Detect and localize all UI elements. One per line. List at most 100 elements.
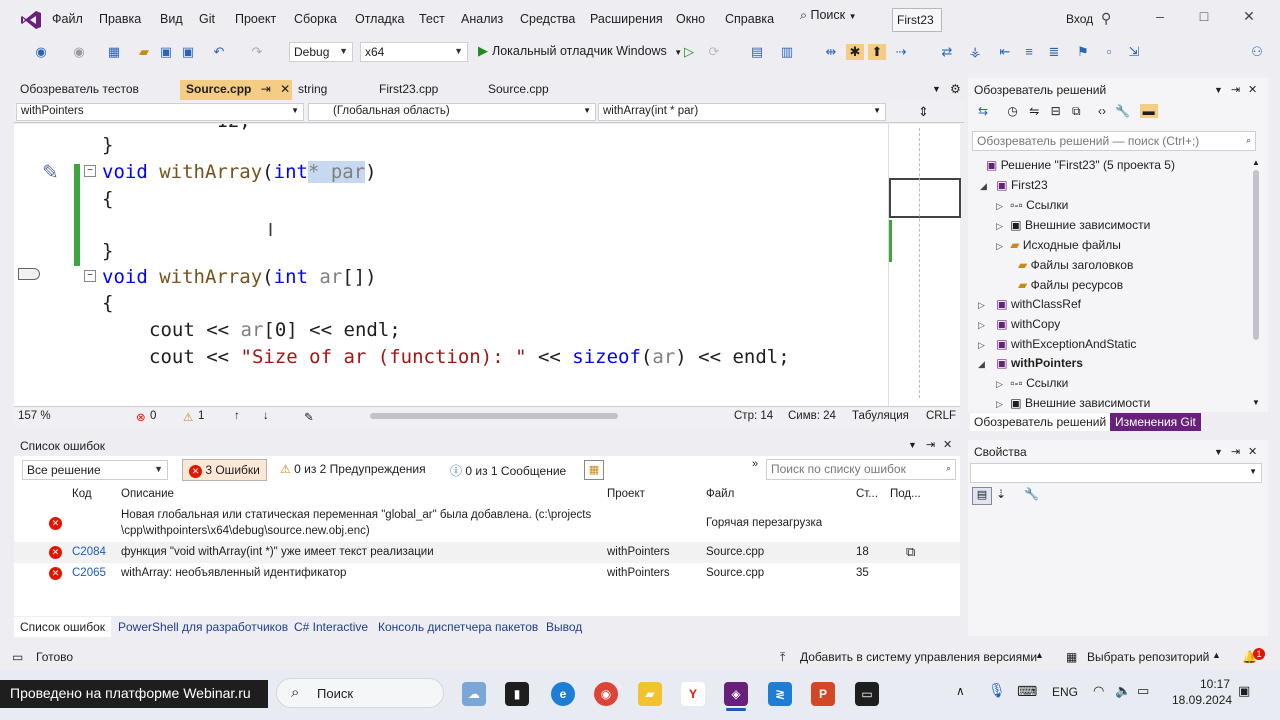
menu-tools[interactable]: Средства bbox=[520, 12, 575, 26]
global-scope-combo[interactable]: (Глобальная область) ▼ bbox=[308, 103, 596, 121]
redo-icon[interactable]: ↷ bbox=[248, 44, 266, 60]
column-code[interactable]: Код bbox=[72, 488, 92, 500]
menu-git[interactable]: Git bbox=[199, 12, 215, 26]
arrow-down-icon[interactable]: ↓ bbox=[263, 410, 269, 422]
toolbar-icon-l[interactable]: ▫ bbox=[1100, 44, 1118, 60]
code-editor[interactable]: ✎ − − ~ ~ 12; } void withArray(int* par)… bbox=[14, 124, 888, 406]
toolbar-icon-g[interactable]: ⇄ bbox=[938, 44, 956, 60]
bookmark-icon[interactable]: ⚑ bbox=[1074, 44, 1092, 60]
menu-test[interactable]: Тест bbox=[419, 12, 445, 26]
close-icon[interactable]: ✕ bbox=[280, 82, 290, 96]
menu-window[interactable]: Окно bbox=[676, 12, 705, 26]
tree-project-withexception[interactable]: ▷ ▣ withExceptionAndStatic bbox=[978, 337, 1136, 351]
chevron-down-icon[interactable]: ▼ bbox=[908, 440, 917, 450]
volume-icon[interactable]: 🔈 bbox=[1115, 683, 1131, 699]
tab-package-manager-console[interactable]: Консоль диспетчера пакетов bbox=[378, 620, 538, 634]
errors-filter-button[interactable]: ✕ 3 Ошибки bbox=[182, 459, 267, 481]
feedback-icon[interactable]: ⚲ bbox=[1101, 10, 1111, 27]
live-share-icon[interactable]: ⚇ bbox=[1248, 44, 1266, 60]
warning-count[interactable]: 1 bbox=[198, 410, 204, 422]
tab-csharp-interactive[interactable]: C# Interactive bbox=[294, 620, 368, 634]
tab-list-icon[interactable]: ▼ bbox=[932, 84, 941, 94]
scroll-down-icon[interactable]: ▼ bbox=[1252, 398, 1260, 407]
toolbar-icon-f[interactable]: ⇢ bbox=[892, 44, 910, 60]
collapse-icon[interactable]: − bbox=[84, 165, 96, 177]
toolbar-icon-e[interactable]: ⬆ bbox=[868, 44, 886, 60]
menu-build[interactable]: Сборка bbox=[294, 12, 337, 26]
menu-extensions[interactable]: Расширения bbox=[590, 12, 663, 26]
preview-icon[interactable]: ▬ bbox=[1139, 104, 1158, 118]
pending-changes-icon[interactable]: ⇋ bbox=[1029, 104, 1039, 118]
edge-browser-icon[interactable]: e bbox=[551, 682, 575, 706]
toolbar-icon-i[interactable]: ⇤ bbox=[996, 44, 1014, 60]
tab-test-explorer[interactable]: Обозреватель тестов bbox=[14, 80, 145, 100]
tab-string[interactable]: string bbox=[292, 80, 333, 100]
build-intellisense-filter-icon[interactable]: ▦ bbox=[584, 460, 604, 480]
pin-icon[interactable]: ⇥ bbox=[261, 82, 271, 96]
taskbar-search[interactable]: ⌕ Поиск bbox=[276, 678, 444, 708]
tab-git-changes[interactable]: Изменения Git bbox=[1110, 413, 1201, 431]
notifications-icon[interactable]: ▣ bbox=[1238, 683, 1250, 699]
column-line[interactable]: Ст... bbox=[856, 488, 878, 500]
collapse-all-icon[interactable]: ⊟ bbox=[1051, 104, 1061, 118]
news-widget-icon[interactable]: ☁ bbox=[462, 682, 486, 706]
menu-view[interactable]: Вид bbox=[160, 12, 183, 26]
pin-icon[interactable]: ⇥ bbox=[926, 438, 935, 451]
maximize-button[interactable]: □ bbox=[1194, 8, 1214, 30]
tree-resource-files[interactable]: ▰ Файлы ресурсов bbox=[1018, 278, 1123, 292]
wifi-icon[interactable]: ◠ bbox=[1093, 683, 1104, 699]
error-search-input[interactable]: Поиск по списку ошибок ⌕ bbox=[766, 459, 956, 480]
menu-debug[interactable]: Отладка bbox=[355, 12, 404, 26]
member-combo[interactable]: withArray(int * par) ▼ bbox=[598, 103, 886, 121]
categorized-icon[interactable]: ▤ bbox=[972, 487, 992, 505]
visual-studio-taskbar-icon[interactable]: ◈ bbox=[724, 682, 748, 706]
warnings-filter-button[interactable]: ⚠ 0 из 2 Предупреждения bbox=[274, 459, 432, 481]
chevron-down-icon[interactable]: ▼ bbox=[1214, 85, 1223, 95]
table-row[interactable]: ✕ C2084 функция "void withArray(int *)" … bbox=[14, 542, 960, 563]
powerpoint-icon[interactable]: P bbox=[811, 682, 835, 706]
task-view-icon[interactable]: ▮ bbox=[505, 682, 529, 706]
column-file[interactable]: Файл bbox=[706, 488, 734, 500]
tree-project-withcopy[interactable]: ▷ ▣ withCopy bbox=[978, 317, 1060, 331]
menu-analyze[interactable]: Анализ bbox=[461, 12, 503, 26]
vertical-scrollbar[interactable] bbox=[1253, 170, 1259, 340]
select-repository[interactable]: Выбрать репозиторий bbox=[1087, 650, 1209, 664]
tree-project-first23[interactable]: ◢ ▣ First23 bbox=[980, 178, 1048, 192]
wrench-icon[interactable]: 🔧 bbox=[1024, 487, 1039, 501]
menu-help[interactable]: Справка bbox=[725, 12, 774, 26]
column-project[interactable]: Проект bbox=[607, 488, 645, 500]
error-scope-select[interactable]: Все решение ▼ bbox=[22, 460, 168, 480]
toolbar-icon-m[interactable]: ⇲ bbox=[1125, 44, 1143, 60]
chrome-browser-icon[interactable]: ◉ bbox=[594, 682, 618, 706]
table-row[interactable]: ✕ Новая глобальная или статическая перем… bbox=[14, 506, 960, 542]
vscode-icon[interactable]: ≷ bbox=[768, 682, 792, 706]
horizontal-scrollbar[interactable] bbox=[370, 413, 618, 419]
chevron-up-icon[interactable]: ∧ bbox=[956, 684, 965, 698]
show-details-icon[interactable]: ⧉ bbox=[906, 544, 915, 560]
keyboard-icon[interactable]: ⌨ bbox=[1017, 683, 1037, 700]
menu-project[interactable]: Проект bbox=[235, 12, 276, 26]
minimize-button[interactable]: – bbox=[1150, 8, 1170, 30]
brush-icon[interactable]: ✎ bbox=[304, 410, 314, 424]
collapse-icon[interactable]: − bbox=[84, 270, 96, 282]
tree-header-files[interactable]: ▰ Файлы заголовков bbox=[1018, 258, 1133, 272]
error-count[interactable]: 0 bbox=[150, 410, 156, 422]
split-icon[interactable]: ⇕ bbox=[918, 104, 929, 120]
column-description[interactable]: Описание bbox=[121, 488, 174, 500]
sync-icon[interactable]: ⇆ bbox=[978, 104, 988, 118]
close-icon[interactable]: ✕ bbox=[1248, 445, 1257, 458]
messages-filter-button[interactable]: ⓘ 0 из 1 Сообщение bbox=[444, 459, 572, 481]
toolbar-icon-h[interactable]: ⚶ bbox=[966, 44, 984, 60]
tab-error-list[interactable]: Список ошибок bbox=[14, 617, 112, 637]
start-debugging-button[interactable]: ▶ Локальный отладчик Windows ▼ bbox=[478, 43, 682, 59]
error-code-link[interactable]: C2084 bbox=[72, 546, 106, 558]
battery-icon[interactable]: ▭ bbox=[1137, 683, 1149, 699]
platform-select[interactable]: x64 ▼ bbox=[360, 42, 468, 62]
menu-edit[interactable]: Правка bbox=[99, 12, 141, 26]
tree-references[interactable]: ▷ ▫‑▫ Ссылки bbox=[996, 198, 1068, 212]
alphabetical-icon[interactable]: ⇣ bbox=[996, 487, 1006, 501]
tree-project-withpointers[interactable]: ◢ ▣ withPointers bbox=[978, 356, 1083, 370]
terminal-icon[interactable]: ▭ bbox=[855, 682, 879, 706]
clock-time[interactable]: 10:17 bbox=[1200, 677, 1230, 691]
error-code-link[interactable]: C2065 bbox=[72, 567, 106, 579]
